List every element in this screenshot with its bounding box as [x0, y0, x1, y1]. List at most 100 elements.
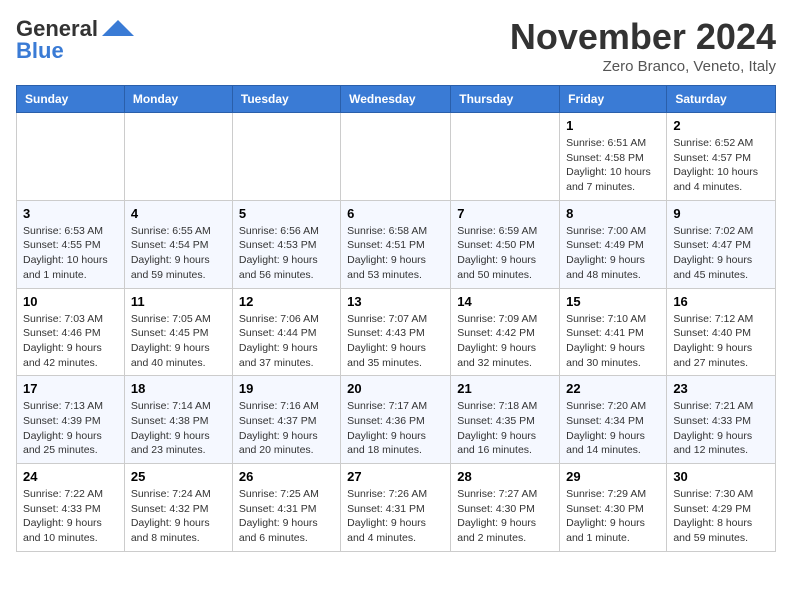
- day-info: Sunrise: 7:17 AMSunset: 4:36 PMDaylight:…: [347, 399, 444, 458]
- col-header-friday: Friday: [560, 86, 667, 113]
- calendar-cell: 13 Sunrise: 7:07 AMSunset: 4:43 PMDayligh…: [341, 288, 451, 376]
- calendar-cell: 10 Sunrise: 7:03 AMSunset: 4:46 PMDayligh…: [17, 288, 125, 376]
- day-number: 7: [457, 206, 553, 221]
- calendar-cell: 16 Sunrise: 7:12 AMSunset: 4:40 PMDayligh…: [667, 288, 776, 376]
- day-number: 3: [23, 206, 118, 221]
- calendar-cell: 24 Sunrise: 7:22 AMSunset: 4:33 PMDayligh…: [17, 464, 125, 552]
- day-number: 20: [347, 381, 444, 396]
- calendar-header-row: SundayMondayTuesdayWednesdayThursdayFrid…: [17, 86, 776, 113]
- calendar-cell: 14Sunrise: 7:09 AMSunset: 4:42 PMDayligh…: [451, 288, 560, 376]
- day-info: Sunrise: 7:12 AMSunset: 4:40 PMDaylight:…: [673, 312, 769, 371]
- day-number: 25: [131, 469, 226, 484]
- col-header-sunday: Sunday: [17, 86, 125, 113]
- calendar-cell: 21 Sunrise: 7:18 AMSunset: 4:35 PMDayligh…: [451, 376, 560, 464]
- month-title: November 2024: [510, 16, 776, 58]
- day-info: Sunrise: 7:14 AMSunset: 4:38 PMDaylight:…: [131, 399, 226, 458]
- day-number: 24: [23, 469, 118, 484]
- calendar-table: SundayMondayTuesdayWednesdayThursdayFrid…: [16, 85, 776, 552]
- day-info: Sunrise: 7:29 AMSunset: 4:30 PMDaylight:…: [566, 487, 660, 546]
- day-number: 27: [347, 469, 444, 484]
- day-info: Sunrise: 7:07 AMSunset: 4:43 PMDaylight:…: [347, 312, 444, 371]
- day-info: Sunrise: 7:30 AMSunset: 4:29 PMDaylight:…: [673, 487, 769, 546]
- day-info: Sunrise: 7:02 AMSunset: 4:47 PMDaylight:…: [673, 224, 769, 283]
- logo-icon: [100, 18, 136, 40]
- calendar-cell: 29Sunrise: 7:29 AMSunset: 4:30 PMDayligh…: [560, 464, 667, 552]
- day-number: 10: [23, 294, 118, 309]
- day-info: Sunrise: 7:27 AMSunset: 4:30 PMDaylight:…: [457, 487, 553, 546]
- day-number: 9: [673, 206, 769, 221]
- day-info: Sunrise: 6:55 AMSunset: 4:54 PMDaylight:…: [131, 224, 226, 283]
- logo: General Blue: [16, 16, 136, 64]
- day-info: Sunrise: 7:10 AMSunset: 4:41 PMDaylight:…: [566, 312, 660, 371]
- calendar-cell: 4Sunrise: 6:55 AMSunset: 4:54 PMDaylight…: [124, 200, 232, 288]
- calendar-week-row: 3Sunrise: 6:53 AMSunset: 4:55 PMDaylight…: [17, 200, 776, 288]
- calendar-cell: [17, 113, 125, 201]
- day-info: Sunrise: 6:51 AMSunset: 4:58 PMDaylight:…: [566, 136, 660, 195]
- day-number: 22: [566, 381, 660, 396]
- day-number: 8: [566, 206, 660, 221]
- day-number: 11: [131, 294, 226, 309]
- calendar-cell: 28 Sunrise: 7:27 AMSunset: 4:30 PMDayligh…: [451, 464, 560, 552]
- day-number: 6: [347, 206, 444, 221]
- day-info: Sunrise: 7:25 AMSunset: 4:31 PMDaylight:…: [239, 487, 334, 546]
- day-info: Sunrise: 7:20 AMSunset: 4:34 PMDaylight:…: [566, 399, 660, 458]
- day-number: 23: [673, 381, 769, 396]
- day-info: Sunrise: 7:00 AMSunset: 4:49 PMDaylight:…: [566, 224, 660, 283]
- calendar-week-row: 24 Sunrise: 7:22 AMSunset: 4:33 PMDayligh…: [17, 464, 776, 552]
- calendar-cell: [232, 113, 340, 201]
- calendar-week-row: 1Sunrise: 6:51 AMSunset: 4:58 PMDaylight…: [17, 113, 776, 201]
- location: Zero Branco, Veneto, Italy: [510, 58, 776, 75]
- calendar-cell: 2 Sunrise: 6:52 AMSunset: 4:57 PMDaylight…: [667, 113, 776, 201]
- day-number: 30: [673, 469, 769, 484]
- day-number: 13: [347, 294, 444, 309]
- day-info: Sunrise: 7:21 AMSunset: 4:33 PMDaylight:…: [673, 399, 769, 458]
- day-number: 12: [239, 294, 334, 309]
- logo-blue: Blue: [16, 38, 64, 64]
- day-number: 18: [131, 381, 226, 396]
- calendar-cell: [341, 113, 451, 201]
- calendar-cell: 6 Sunrise: 6:58 AMSunset: 4:51 PMDaylight…: [341, 200, 451, 288]
- day-info: Sunrise: 7:26 AMSunset: 4:31 PMDaylight:…: [347, 487, 444, 546]
- calendar-cell: 3Sunrise: 6:53 AMSunset: 4:55 PMDaylight…: [17, 200, 125, 288]
- header: General Blue November 2024 Zero Branco, …: [16, 16, 776, 75]
- calendar-cell: 18 Sunrise: 7:14 AMSunset: 4:38 PMDayligh…: [124, 376, 232, 464]
- calendar-week-row: 10 Sunrise: 7:03 AMSunset: 4:46 PMDayligh…: [17, 288, 776, 376]
- day-number: 21: [457, 381, 553, 396]
- title-area: November 2024 Zero Branco, Veneto, Italy: [510, 16, 776, 75]
- day-info: Sunrise: 7:06 AMSunset: 4:44 PMDaylight:…: [239, 312, 334, 371]
- calendar-cell: [451, 113, 560, 201]
- day-info: Sunrise: 7:13 AMSunset: 4:39 PMDaylight:…: [23, 399, 118, 458]
- day-info: Sunrise: 7:24 AMSunset: 4:32 PMDaylight:…: [131, 487, 226, 546]
- day-number: 28: [457, 469, 553, 484]
- day-info: Sunrise: 7:03 AMSunset: 4:46 PMDaylight:…: [23, 312, 118, 371]
- day-info: Sunrise: 6:58 AMSunset: 4:51 PMDaylight:…: [347, 224, 444, 283]
- day-info: Sunrise: 7:16 AMSunset: 4:37 PMDaylight:…: [239, 399, 334, 458]
- calendar-cell: 5Sunrise: 6:56 AMSunset: 4:53 PMDaylight…: [232, 200, 340, 288]
- day-number: 15: [566, 294, 660, 309]
- day-number: 16: [673, 294, 769, 309]
- col-header-wednesday: Wednesday: [341, 86, 451, 113]
- calendar-cell: 25 Sunrise: 7:24 AMSunset: 4:32 PMDayligh…: [124, 464, 232, 552]
- calendar-cell: [124, 113, 232, 201]
- day-number: 2: [673, 118, 769, 133]
- day-info: Sunrise: 7:22 AMSunset: 4:33 PMDaylight:…: [23, 487, 118, 546]
- calendar-cell: 7 Sunrise: 6:59 AMSunset: 4:50 PMDaylight…: [451, 200, 560, 288]
- day-number: 26: [239, 469, 334, 484]
- calendar-cell: 15 Sunrise: 7:10 AMSunset: 4:41 PMDayligh…: [560, 288, 667, 376]
- day-number: 17: [23, 381, 118, 396]
- col-header-saturday: Saturday: [667, 86, 776, 113]
- day-info: Sunrise: 7:09 AMSunset: 4:42 PMDaylight:…: [457, 312, 553, 371]
- day-info: Sunrise: 6:59 AMSunset: 4:50 PMDaylight:…: [457, 224, 553, 283]
- day-info: Sunrise: 7:18 AMSunset: 4:35 PMDaylight:…: [457, 399, 553, 458]
- calendar-cell: 17 Sunrise: 7:13 AMSunset: 4:39 PMDayligh…: [17, 376, 125, 464]
- calendar-cell: 1Sunrise: 6:51 AMSunset: 4:58 PMDaylight…: [560, 113, 667, 201]
- calendar-week-row: 17 Sunrise: 7:13 AMSunset: 4:39 PMDayligh…: [17, 376, 776, 464]
- col-header-monday: Monday: [124, 86, 232, 113]
- col-header-tuesday: Tuesday: [232, 86, 340, 113]
- calendar-cell: 30 Sunrise: 7:30 AMSunset: 4:29 PMDayligh…: [667, 464, 776, 552]
- day-info: Sunrise: 6:56 AMSunset: 4:53 PMDaylight:…: [239, 224, 334, 283]
- day-info: Sunrise: 6:52 AMSunset: 4:57 PMDaylight:…: [673, 136, 769, 195]
- calendar-cell: 11Sunrise: 7:05 AMSunset: 4:45 PMDayligh…: [124, 288, 232, 376]
- col-header-thursday: Thursday: [451, 86, 560, 113]
- calendar-cell: 22 Sunrise: 7:20 AMSunset: 4:34 PMDayligh…: [560, 376, 667, 464]
